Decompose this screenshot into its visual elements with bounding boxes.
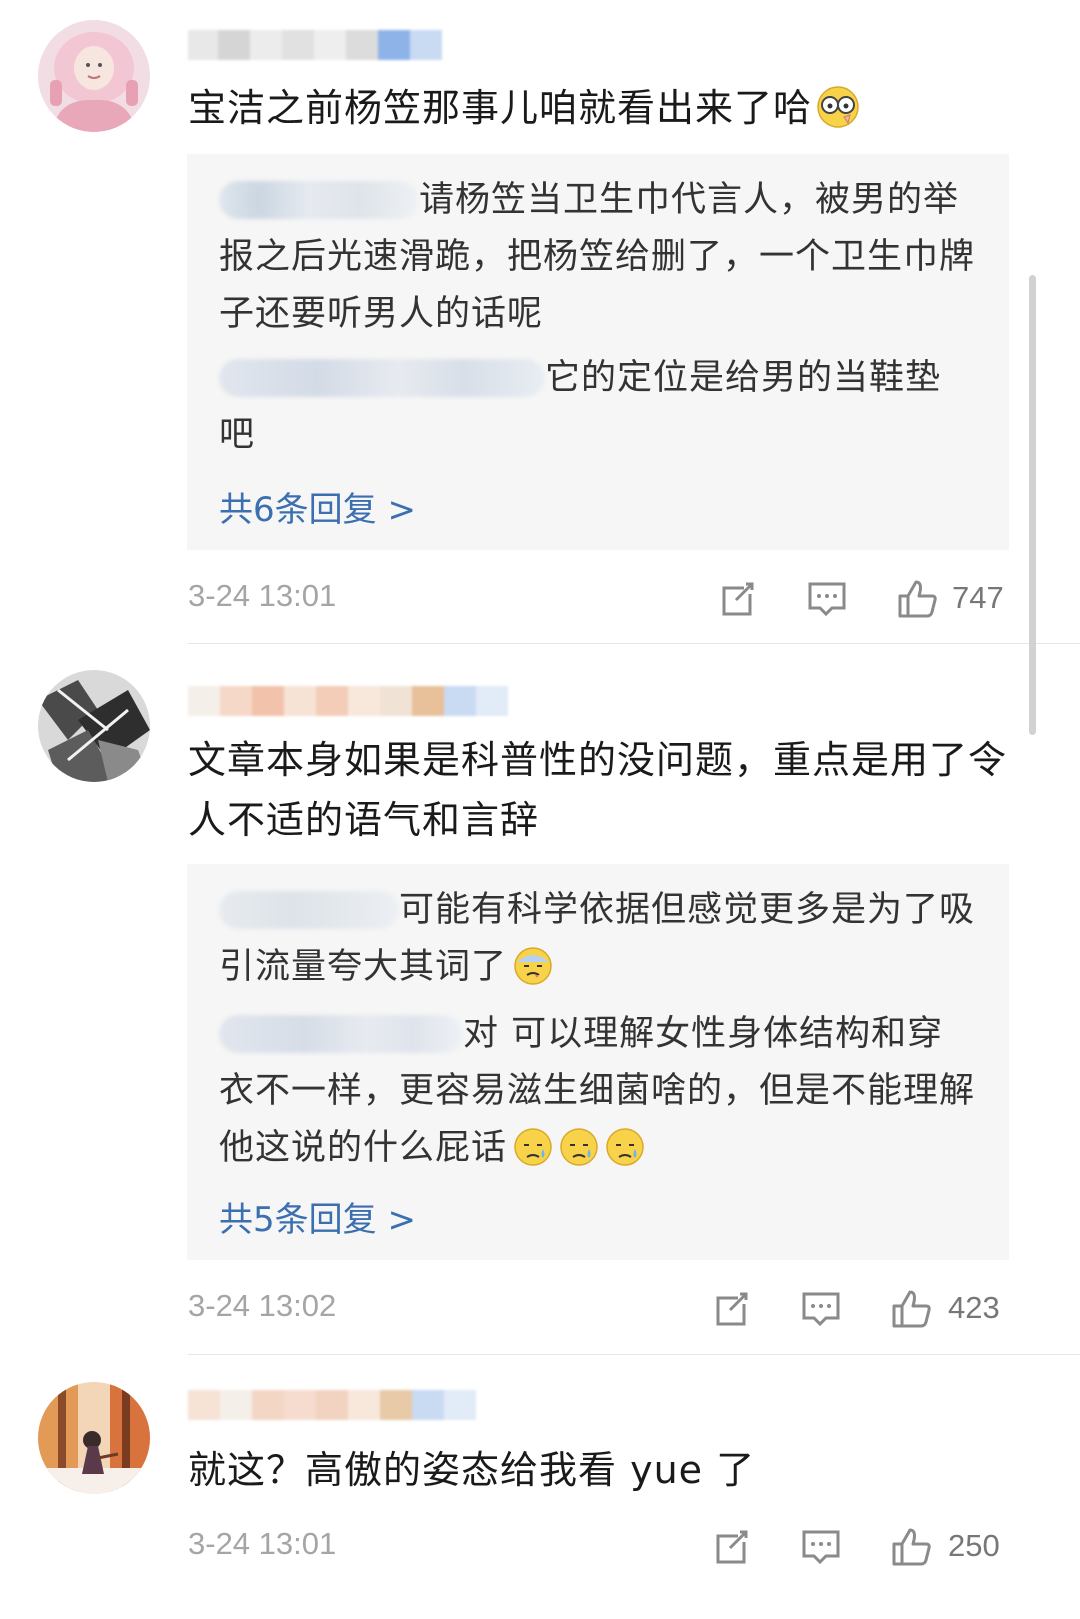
share-icon (716, 1292, 748, 1326)
comment-meta: 3-24 13:02 423 (188, 1288, 1010, 1334)
scrollbar[interactable] (1029, 275, 1036, 735)
share-button[interactable] (710, 1526, 752, 1572)
reply-item: 请杨笠当卫生巾代言人，被男的举报之后光速滑跪，把杨笠给删了，一个卫生巾牌子还要听… (219, 180, 976, 334)
reply-username-blurred[interactable] (219, 359, 545, 397)
reply-item: 对 可以理解女性身体结构和穿衣不一样，更容易滋生细菌啥的，但是不能理解他这说的什… (219, 1014, 976, 1168)
comment-meta: 3-24 13:01 747 (188, 578, 1010, 624)
reply-username-blurred[interactable] (219, 1015, 463, 1053)
comment-meta: 3-24 13:01 250 (188, 1526, 1010, 1572)
comment-text: 文章本身如果是科普性的没问题，重点是用了令人不适的语气和言辞 (188, 738, 1008, 842)
thumbs-up-icon (892, 1290, 931, 1328)
like-count: 250 (948, 1528, 1000, 1563)
share-button[interactable] (710, 1288, 752, 1334)
comment-text: 就这？高傲的姿态给我看 yue 了 (188, 1448, 756, 1492)
reply-button[interactable] (800, 1288, 842, 1334)
username-blurred[interactable] (188, 30, 442, 64)
reply-username-blurred[interactable] (219, 891, 399, 929)
thumbs-up-icon (898, 580, 937, 618)
like-button[interactable] (890, 1288, 932, 1334)
thumbs-up-icon (892, 1528, 931, 1566)
share-icon (722, 582, 754, 616)
avatar[interactable] (38, 1382, 150, 1494)
comment-icon (802, 1530, 840, 1565)
sad-face-emoji (560, 1128, 598, 1166)
glasses-face-emoji (817, 86, 859, 128)
username-blurred[interactable] (188, 686, 508, 720)
reply-item: 可能有科学依据但感觉更多是为了吸引流量夸大其词了 (219, 890, 976, 987)
like-button[interactable] (890, 1526, 932, 1572)
like-button[interactable] (896, 578, 938, 624)
username-blurred[interactable] (188, 1390, 476, 1424)
divider (188, 643, 1080, 644)
view-replies-link[interactable]: 共6条回复 > (219, 482, 416, 531)
view-replies-link[interactable]: 共5条回复 > (219, 1192, 416, 1241)
avatar[interactable] (38, 20, 150, 132)
reply-item: 它的定位是给男的当鞋垫吧 (219, 358, 942, 455)
reply-button[interactable] (800, 1526, 842, 1572)
reply-box[interactable]: 可能有科学依据但感觉更多是为了吸引流量夸大其词了 对 可以理解女性身体结构和穿衣… (187, 864, 1009, 1260)
share-icon (716, 1530, 748, 1564)
timestamp: 3-24 13:01 (188, 578, 337, 613)
divider (188, 1354, 1080, 1355)
sad-face-emoji (606, 1128, 644, 1166)
share-button[interactable] (716, 578, 758, 624)
sweat-face-emoji (514, 947, 552, 985)
comment-text: 宝洁之前杨笠那事儿咱就看出来了哈 (188, 78, 1028, 138)
timestamp: 3-24 13:02 (188, 1288, 337, 1323)
like-count: 423 (948, 1290, 1000, 1325)
avatar[interactable] (38, 670, 150, 782)
comment-icon (808, 582, 846, 617)
timestamp: 3-24 13:01 (188, 1526, 337, 1561)
reply-username-blurred[interactable] (219, 181, 419, 219)
sad-face-emoji (514, 1128, 552, 1166)
reply-box[interactable]: 请杨笠当卫生巾代言人，被男的举报之后光速滑跪，把杨笠给删了，一个卫生巾牌子还要听… (187, 154, 1009, 550)
reply-button[interactable] (806, 578, 848, 624)
like-count: 747 (952, 580, 1004, 615)
comment-icon (802, 1292, 840, 1327)
